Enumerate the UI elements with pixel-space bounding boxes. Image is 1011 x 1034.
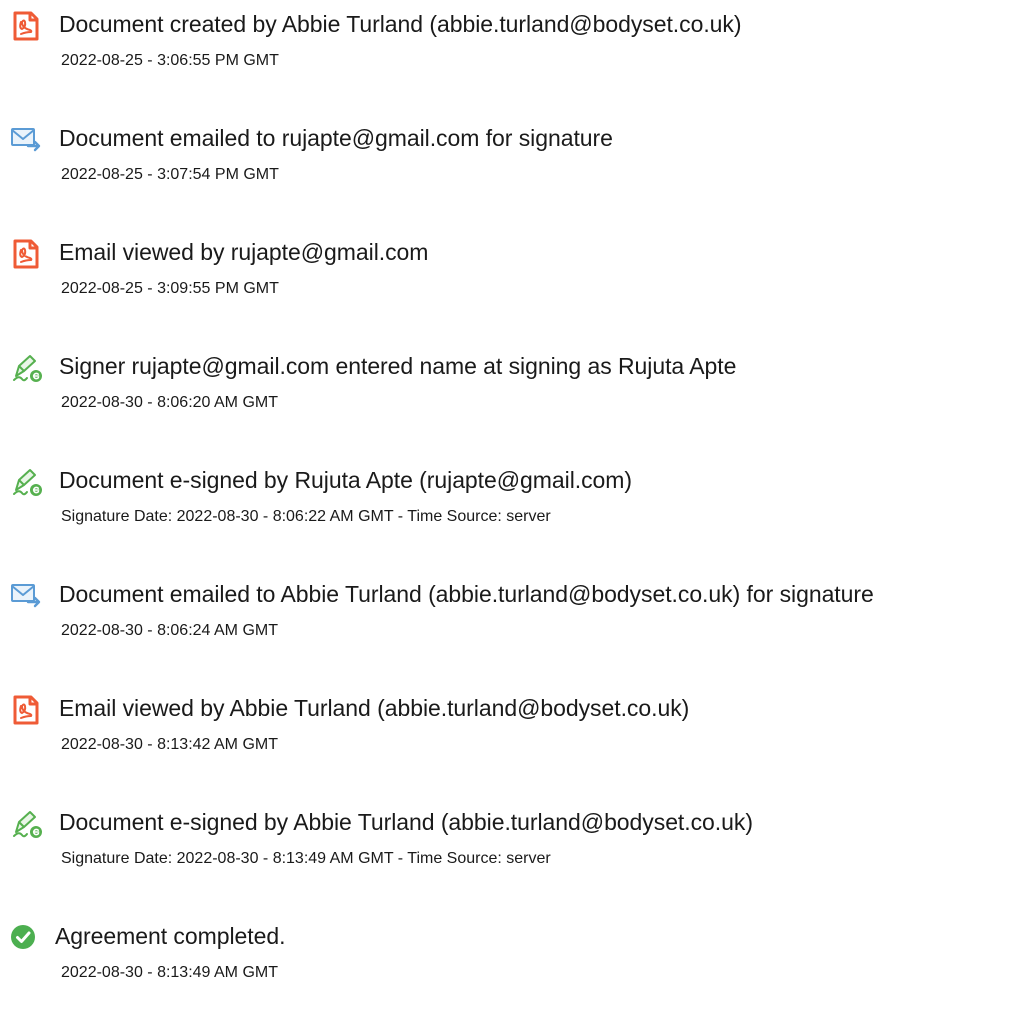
audit-event: Document emailed to Abbie Turland (abbie…: [10, 578, 1005, 692]
event-title: Document e-signed by Rujuta Apte (rujapt…: [59, 467, 633, 493]
email-sent-icon: [10, 580, 44, 612]
event-timestamp: 2022-08-30 - 8:13:42 AM GMT: [61, 736, 278, 753]
event-timestamp: 2022-08-25 - 3:07:54 PM GMT: [61, 166, 279, 183]
email-sent-icon: [10, 124, 44, 156]
event-title: Agreement completed.: [55, 923, 286, 949]
event-timestamp: 2022-08-30 - 8:06:24 AM GMT: [61, 622, 278, 639]
event-title: Email viewed by Abbie Turland (abbie.tur…: [59, 695, 690, 721]
event-title: Document emailed to rujapte@gmail.com fo…: [59, 125, 613, 151]
audit-event: Email viewed by Abbie Turland (abbie.tur…: [10, 692, 1005, 806]
event-timestamp: Signature Date: 2022-08-30 - 8:13:49 AM …: [61, 850, 551, 867]
audit-event: Document created by Abbie Turland (abbie…: [10, 8, 1005, 122]
audit-event: Email viewed by rujapte@gmail.com 2022-0…: [10, 236, 1005, 350]
audit-event: Agreement completed. 2022-08-30 - 8:13:4…: [10, 920, 1005, 1034]
event-title: Document created by Abbie Turland (abbie…: [59, 11, 742, 37]
event-title: Signer rujapte@gmail.com entered name at…: [59, 353, 737, 379]
event-title: Document e-signed by Abbie Turland (abbi…: [59, 809, 753, 835]
checkmark-circle-icon: [10, 922, 44, 954]
event-timestamp: 2022-08-25 - 3:06:55 PM GMT: [61, 52, 279, 69]
audit-event: Document e-signed by Rujuta Apte (rujapt…: [10, 464, 1005, 578]
audit-history-list: Document created by Abbie Turland (abbie…: [10, 8, 1005, 1034]
event-title: Document emailed to Abbie Turland (abbie…: [59, 581, 874, 607]
e-sign-pen-icon: [10, 466, 44, 498]
e-sign-pen-icon: [10, 808, 44, 840]
event-timestamp: 2022-08-30 - 8:13:49 AM GMT: [61, 964, 278, 981]
event-timestamp: 2022-08-30 - 8:06:20 AM GMT: [61, 394, 278, 411]
document-icon: [10, 238, 44, 270]
audit-event: Signer rujapte@gmail.com entered name at…: [10, 350, 1005, 464]
audit-event: Document emailed to rujapte@gmail.com fo…: [10, 122, 1005, 236]
event-timestamp: Signature Date: 2022-08-30 - 8:06:22 AM …: [61, 508, 551, 525]
document-icon: [10, 694, 44, 726]
event-title: Email viewed by rujapte@gmail.com: [59, 239, 429, 265]
e-sign-pen-icon: [10, 352, 44, 384]
document-icon: [10, 10, 44, 42]
event-timestamp: 2022-08-25 - 3:09:55 PM GMT: [61, 280, 279, 297]
audit-event: Document e-signed by Abbie Turland (abbi…: [10, 806, 1005, 920]
